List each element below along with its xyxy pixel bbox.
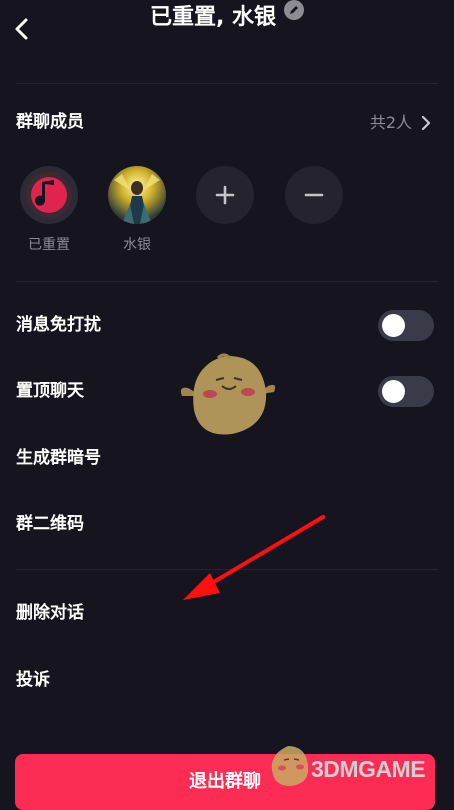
page-title-text: 已重置, 水银 — [149, 5, 277, 30]
header: 已重置, 水银 — [0, 0, 454, 50]
member-item[interactable]: 已重置 — [20, 166, 78, 254]
member-item[interactable]: 水银 — [108, 166, 166, 254]
generate-group-code-item[interactable]: 生成群暗号 — [16, 447, 101, 469]
watermark-text: 3DMGAME — [311, 756, 426, 782]
toggle-knob — [382, 380, 405, 403]
character-avatar-icon — [108, 166, 166, 224]
member-name: 已重置 — [28, 237, 70, 253]
plus-icon — [215, 185, 235, 205]
mute-notifications-toggle[interactable] — [378, 310, 434, 341]
delete-conversation-item[interactable]: 删除对话 — [16, 602, 84, 624]
group-qr-code-item[interactable]: 群二维码 — [16, 513, 84, 535]
pin-chat-label: 置顶聊天 — [16, 381, 84, 401]
chevron-right-icon[interactable] — [420, 114, 432, 132]
add-member-button[interactable] — [196, 166, 254, 224]
member-name: 水银 — [123, 237, 151, 253]
music-note-icon — [26, 172, 72, 218]
avatar[interactable] — [20, 166, 78, 224]
member-count[interactable]: 共2人 — [370, 112, 412, 134]
report-item[interactable]: 投诉 — [16, 669, 50, 691]
remove-member-button[interactable] — [285, 166, 343, 224]
toggle-knob — [382, 314, 405, 337]
avatar[interactable] — [108, 166, 166, 224]
mascot-watermark-icon — [180, 353, 276, 435]
divider — [16, 281, 438, 282]
divider — [16, 83, 438, 84]
annotation-arrow-icon — [183, 515, 325, 600]
pin-chat-toggle[interactable] — [378, 376, 434, 407]
minus-icon — [304, 193, 324, 197]
edit-pencil-icon[interactable] — [284, 0, 305, 20]
members-section-label: 群聊成员 — [16, 112, 84, 132]
mute-notifications-label: 消息免打扰 — [16, 315, 101, 335]
page-title: 已重置, 水银 — [0, 0, 454, 33]
